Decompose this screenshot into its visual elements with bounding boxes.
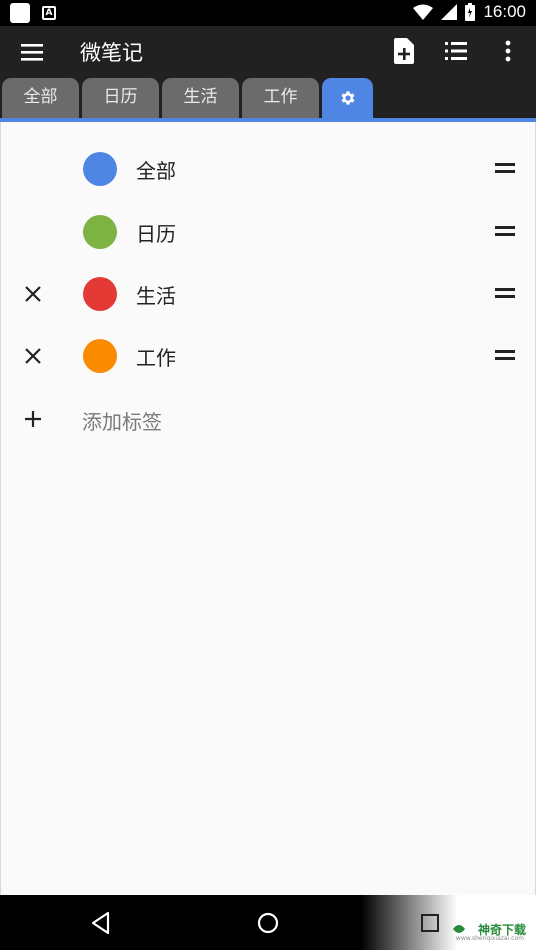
more-vertical-icon <box>505 40 511 62</box>
tag-settings-panel: 全部 日历 生活 工作 添加标签 <box>0 122 536 895</box>
add-note-icon <box>394 38 414 64</box>
a-notification-icon: A <box>42 6 56 20</box>
home-icon[interactable] <box>253 908 283 938</box>
drag-handle-icon[interactable] <box>495 226 515 238</box>
add-tag-label: 添加标签 <box>82 410 162 434</box>
wifi-icon <box>413 4 434 20</box>
app-bar: 微笔记 <box>0 26 536 78</box>
list-view-button[interactable] <box>444 38 468 64</box>
gear-icon <box>341 91 355 105</box>
tag-row: 日历 <box>1 202 536 264</box>
status-bar: A 16:00 <box>0 0 536 26</box>
tag-color-swatch[interactable] <box>83 277 117 311</box>
system-nav-bar: 神奇下载 www.shenqixiazai.com <box>0 895 536 950</box>
app-title: 微笔记 <box>80 41 143 65</box>
back-icon[interactable] <box>86 908 116 938</box>
list-icon <box>445 42 467 60</box>
add-note-button[interactable] <box>392 38 416 64</box>
status-right: 16:00 <box>413 2 526 22</box>
remove-tag-icon[interactable] <box>21 282 45 306</box>
signal-icon <box>441 4 458 20</box>
tag-row: 工作 <box>1 326 536 388</box>
more-options-button[interactable] <box>496 38 520 64</box>
tag-row: 生活 <box>1 264 536 326</box>
remove-tag-icon[interactable] <box>21 344 45 368</box>
tag-color-swatch[interactable] <box>83 215 117 249</box>
battery-icon <box>465 3 476 21</box>
status-time: 16:00 <box>483 2 526 21</box>
app-bar-actions <box>392 38 520 64</box>
tag-label[interactable]: 全部 <box>136 155 176 184</box>
tag-label[interactable]: 生活 <box>136 280 176 309</box>
tag-row: 全部 <box>1 139 536 201</box>
status-notifications: A <box>10 3 56 23</box>
tab-calendar[interactable]: 日历 <box>82 78 159 118</box>
menu-icon <box>21 44 43 61</box>
drag-handle-icon[interactable] <box>495 288 515 300</box>
plus-icon <box>25 411 41 427</box>
notification-icon <box>10 3 30 23</box>
drag-handle-icon[interactable] <box>495 350 515 362</box>
tab-bar: 全部 日历 生活 工作 <box>0 78 536 118</box>
watermark: 神奇下载 www.shenqixiazai.com <box>361 895 536 950</box>
menu-button[interactable] <box>20 40 44 64</box>
watermark-subtext: www.shenqixiazai.com <box>455 935 524 942</box>
drag-handle-icon[interactable] <box>495 163 515 175</box>
tab-settings[interactable] <box>322 78 373 118</box>
tag-color-swatch[interactable] <box>83 152 117 186</box>
recents-icon[interactable] <box>415 908 445 938</box>
tag-label[interactable]: 工作 <box>136 342 176 371</box>
tab-work[interactable]: 工作 <box>242 78 319 118</box>
tag-color-swatch[interactable] <box>83 339 117 373</box>
tab-all[interactable]: 全部 <box>2 78 79 118</box>
add-tag-button[interactable]: 添加标签 <box>1 389 536 449</box>
tag-label[interactable]: 日历 <box>136 218 176 247</box>
tab-life[interactable]: 生活 <box>162 78 239 118</box>
